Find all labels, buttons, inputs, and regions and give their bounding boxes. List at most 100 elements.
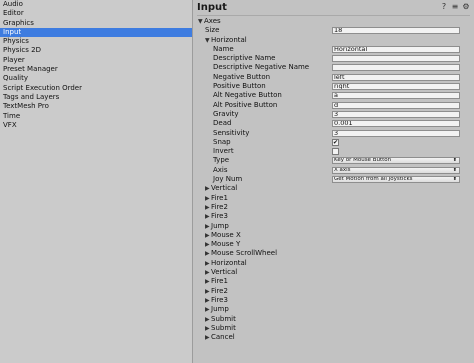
axis-foldout[interactable]: ▶Mouse Y — [193, 240, 474, 249]
sidebar-item-preset-manager[interactable]: Preset Manager — [0, 65, 192, 74]
dead-field[interactable]: 0.001 — [332, 120, 460, 128]
alt-negative-button-label: Alt Negative Button — [213, 91, 282, 100]
axis-foldout-label: Cancel — [211, 333, 235, 342]
descriptive-name-field[interactable] — [332, 55, 460, 63]
sidebar-item-quality[interactable]: Quality — [0, 74, 192, 83]
axis-foldout-label: Submit — [211, 323, 236, 332]
axes-inspector: ▼Axes Size 18 ▼Horizontal Name Horizonta… — [193, 17, 474, 342]
size-label: Size — [205, 26, 220, 35]
axis-foldout[interactable]: ▶Horizontal — [193, 259, 474, 268]
axis-foldout[interactable]: ▶Mouse ScrollWheel — [193, 249, 474, 258]
positive-button-label: Positive Button — [213, 82, 266, 91]
axis-foldout[interactable]: ▶Submit — [193, 315, 474, 324]
joy-num-row: Joy Num Get Motion from all Joysticks ⬍ — [193, 175, 474, 184]
sidebar-item-player[interactable]: Player — [0, 56, 192, 65]
project-settings-window: Audio Editor Graphics Input Physics Phys… — [0, 0, 474, 363]
joy-num-dropdown[interactable]: Get Motion from all Joysticks ⬍ — [332, 176, 460, 184]
name-row: Name Horizontal — [193, 45, 474, 54]
sidebar-item-input[interactable]: Input — [0, 27, 192, 38]
axis-foldout[interactable]: ▶Fire2 — [193, 287, 474, 296]
sidebar-item-editor[interactable]: Editor — [0, 9, 192, 18]
axis-foldout-label: Fire1 — [211, 193, 228, 202]
sidebar-item-audio[interactable]: Audio — [0, 0, 192, 9]
size-field[interactable]: 18 — [332, 27, 460, 35]
positive-button-field[interactable]: right — [332, 83, 460, 91]
gravity-field[interactable]: 3 — [332, 110, 460, 118]
type-row: Type Key or Mouse Button ⬍ — [193, 156, 474, 165]
axis-row: Axis X axis ⬍ — [193, 166, 474, 175]
sidebar-item-tags-and-layers[interactable]: Tags and Layers — [0, 93, 192, 102]
axis-foldout[interactable]: ▶Fire3 — [193, 296, 474, 305]
help-icon[interactable]: ? — [440, 3, 448, 11]
dropdown-arrows-icon: ⬍ — [452, 176, 457, 183]
axes-foldout[interactable]: ▼Axes — [193, 17, 474, 26]
axis-foldout[interactable]: ▶Vertical — [193, 184, 474, 193]
axis-foldout-label: Jump — [211, 305, 229, 314]
dropdown-arrows-icon: ⬍ — [452, 157, 457, 164]
invert-label: Invert — [213, 147, 234, 156]
sidebar-item-textmesh-pro[interactable]: TextMesh Pro — [0, 102, 192, 111]
axis-foldout-label: Mouse ScrollWheel — [211, 249, 278, 258]
axis-foldout-label: Fire3 — [211, 295, 228, 304]
alt-negative-button-field[interactable]: a — [332, 92, 460, 100]
sidebar-item-script-execution-order[interactable]: Script Execution Order — [0, 84, 192, 93]
sensitivity-label: Sensitivity — [213, 128, 250, 137]
sidebar-item-graphics[interactable]: Graphics — [0, 19, 192, 28]
axis-foldout[interactable]: ▶Fire1 — [193, 277, 474, 286]
axes-size-row: Size 18 — [193, 26, 474, 35]
title-divider — [197, 15, 470, 16]
alt-positive-button-row: Alt Positive Button d — [193, 101, 474, 110]
axis-foldout-label: Jump — [211, 221, 229, 230]
axis-foldout[interactable]: ▶Vertical — [193, 268, 474, 277]
axis-foldout[interactable]: ▶Fire1 — [193, 194, 474, 203]
axis-foldout-label: Mouse Y — [211, 240, 241, 249]
axis-foldout[interactable]: ▶Submit — [193, 324, 474, 333]
type-value: Key or Mouse Button — [334, 157, 392, 164]
axis-foldout[interactable]: ▶Mouse X — [193, 231, 474, 240]
axis-foldout-label: Fire1 — [211, 277, 228, 286]
descriptive-name-row: Descriptive Name — [193, 54, 474, 63]
snap-checkbox[interactable]: ✔ — [332, 138, 339, 146]
type-label: Type — [213, 156, 230, 165]
checkmark-icon: ✔ — [333, 138, 339, 146]
preset-icon[interactable]: ≡ — [451, 3, 459, 11]
type-dropdown[interactable]: Key or Mouse Button ⬍ — [332, 157, 460, 165]
sensitivity-field[interactable]: 3 — [332, 129, 460, 137]
sidebar-item-time[interactable]: Time — [0, 112, 192, 121]
invert-checkbox[interactable] — [332, 148, 339, 156]
settings-icon[interactable]: ⚙ — [462, 3, 470, 11]
name-field[interactable]: Horizontal — [332, 45, 460, 53]
negative-button-field[interactable]: left — [332, 73, 460, 81]
header-icons: ? ≡ ⚙ — [440, 3, 470, 11]
positive-button-row: Positive Button right — [193, 82, 474, 91]
axis-foldout-horizontal[interactable]: ▼Horizontal — [193, 36, 474, 45]
axis-foldout-label: Vertical — [211, 184, 238, 193]
dead-label: Dead — [213, 119, 232, 128]
axis-foldout[interactable]: ▶Jump — [193, 222, 474, 231]
axis-foldout[interactable]: ▶Jump — [193, 305, 474, 314]
sensitivity-row: Sensitivity 3 — [193, 129, 474, 138]
axis-foldout-label: Horizontal — [211, 258, 247, 267]
axis-foldout[interactable]: ▶Cancel — [193, 333, 474, 342]
invert-row: Invert — [193, 147, 474, 156]
descriptive-negative-name-label: Descriptive Negative Name — [213, 63, 310, 72]
sidebar-item-physics[interactable]: Physics — [0, 37, 192, 46]
sidebar-item-vfx[interactable]: VFX — [0, 121, 192, 130]
axis-foldout-label: Fire3 — [211, 212, 228, 221]
alt-negative-button-row: Alt Negative Button a — [193, 91, 474, 100]
sidebar-item-physics-2d[interactable]: Physics 2D — [0, 46, 192, 55]
axis-dropdown[interactable]: X axis ⬍ — [332, 166, 460, 174]
descriptive-negative-name-row: Descriptive Negative Name — [193, 63, 474, 72]
axis-foldout-label: Mouse X — [211, 230, 241, 239]
axis-label: Axis — [213, 165, 228, 174]
alt-positive-button-field[interactable]: d — [332, 101, 460, 109]
descriptive-negative-name-field[interactable] — [332, 64, 460, 72]
joy-num-label: Joy Num — [213, 175, 243, 184]
axis-foldout[interactable]: ▶Fire3 — [193, 212, 474, 221]
alt-positive-button-label: Alt Positive Button — [213, 100, 278, 109]
input-settings-panel: Input ? ≡ ⚙ ▼Axes Size 18 ▼Horizontal Na… — [193, 0, 474, 363]
negative-button-row: Negative Button left — [193, 73, 474, 82]
axis-foldout-label: Fire2 — [211, 202, 228, 211]
settings-sidebar: Audio Editor Graphics Input Physics Phys… — [0, 0, 192, 363]
axis-foldout[interactable]: ▶Fire2 — [193, 203, 474, 212]
